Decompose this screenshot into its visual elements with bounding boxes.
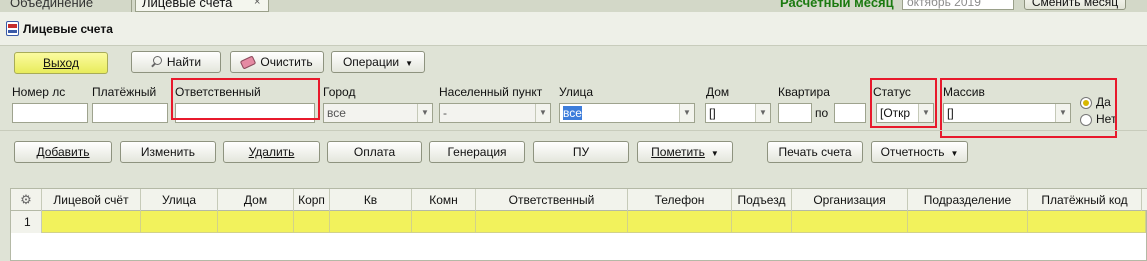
tab-strip: Объединение Лицевые счета × Расчетный ме… [0,0,1147,12]
table-cell[interactable] [412,211,476,233]
app-logo-icon [6,21,19,36]
payment-label: Оплата [353,145,396,159]
table-cell[interactable] [732,211,792,233]
divider [0,130,1147,131]
row-number: 1 [11,211,42,233]
column-header[interactable]: Кв [330,189,412,211]
house-label: Дом [706,85,730,99]
table-cell[interactable] [42,211,141,233]
apartment-to-label: по [815,106,829,120]
street-value: все [563,106,582,120]
delete-label: Удалить [248,145,295,159]
edit-button[interactable]: Изменить [120,141,216,163]
find-label: Найти [166,55,202,69]
payment-button[interactable]: Оплата [327,141,422,163]
table-cell[interactable] [141,211,218,233]
edit-label: Изменить [140,145,196,159]
settlement-select[interactable]: - ▼ [439,103,551,123]
delete-button[interactable]: Удалить [223,141,320,163]
tab-union[interactable]: Объединение [4,0,132,12]
column-header[interactable]: Лицевой счёт [42,189,141,211]
chevron-down-icon: ▼ [950,149,959,158]
add-label: Добавить [36,145,90,159]
change-month-button[interactable]: Сменить месяц [1024,0,1126,10]
chevron-down-icon: ▼ [755,104,770,122]
reports-button[interactable]: Отчетность ▼ [871,141,968,163]
gear-icon[interactable]: ⚙ [11,189,42,211]
eraser-icon [240,55,257,70]
chevron-down-icon: ▼ [710,149,719,158]
table-cell[interactable] [294,211,330,233]
city-value: все [327,106,346,120]
table-cell[interactable] [330,211,412,233]
add-button[interactable]: Добавить [14,141,112,163]
column-header[interactable]: Платёжный код [1028,189,1142,211]
clear-button[interactable]: Очистить [230,51,324,73]
chevron-down-icon: ▼ [679,104,694,122]
settlement-label: Населенный пункт [439,85,543,99]
grid-header: ⚙ Лицевой счёт Улица Дом Корп Кв Комн От… [11,189,1147,211]
street-label: Улица [559,85,594,99]
apartment-label: Квартира [778,85,830,99]
table-cell[interactable] [218,211,294,233]
table-cell[interactable] [476,211,628,233]
generation-button[interactable]: Генерация [429,141,525,163]
chevron-down-icon: ▼ [417,104,432,122]
column-header[interactable]: Комн [412,189,476,211]
street-select[interactable]: все ▼ [559,103,695,123]
column-header[interactable]: Подъезд [732,189,792,211]
apartment-from-input[interactable] [778,103,812,123]
close-icon[interactable]: × [254,0,260,8]
period-value-field: октябрь 2019 [902,0,1014,10]
chevron-down-icon: ▼ [535,104,550,122]
house-select[interactable]: [] ▼ [705,103,771,123]
highlight-responsible [171,78,320,120]
tab-accounts[interactable]: Лицевые счета [135,0,269,12]
table-cell[interactable] [628,211,732,233]
print-invoice-label: Печать счета [778,145,852,159]
find-button[interactable]: Найти [131,51,221,73]
highlight-massiv [940,78,1117,138]
table-row[interactable]: 1 [11,211,1147,233]
mark-label: Пометить [651,145,705,159]
column-header[interactable]: Улица [141,189,218,211]
column-header[interactable]: Корп [294,189,330,211]
title-bar [0,12,1147,46]
pu-button[interactable]: ПУ [533,141,629,163]
period-label: Расчетный месяц [780,0,894,10]
payer-input[interactable] [92,103,168,123]
city-label: Город [323,85,356,99]
mark-button[interactable]: Пометить ▼ [637,141,733,163]
apartment-to-input[interactable] [834,103,866,123]
accounts-grid: ⚙ Лицевой счёт Улица Дом Корп Кв Комн От… [10,188,1147,261]
column-header[interactable]: Подразделение [908,189,1028,211]
chevron-down-icon: ▼ [405,59,414,68]
house-value: [] [709,106,716,120]
settlement-value: - [443,106,447,120]
pu-label: ПУ [572,145,590,159]
column-header[interactable]: Телефон [628,189,732,211]
table-cell[interactable] [908,211,1028,233]
exit-label: Выход [43,56,79,70]
print-invoice-button[interactable]: Печать счета [767,141,863,163]
generation-label: Генерация [447,145,507,159]
column-header[interactable]: Организация [792,189,908,211]
search-icon [151,56,162,67]
column-header[interactable]: Ответственный [476,189,628,211]
operations-label: Операции [342,55,400,69]
table-cell[interactable] [792,211,908,233]
operations-button[interactable]: Операции ▼ [331,51,425,73]
payer-label: Платёжный [92,85,157,99]
clear-label: Очистить [260,55,313,69]
account-number-input[interactable] [12,103,88,123]
account-number-label: Номер лс [12,85,66,99]
highlight-status [870,78,937,128]
city-select[interactable]: все ▼ [323,103,433,123]
table-cell[interactable] [1028,211,1146,233]
reports-label: Отчетность [880,145,945,159]
column-header[interactable]: Дом [218,189,294,211]
page-title: Лицевые счета [23,22,113,36]
exit-button[interactable]: Выход [14,52,108,74]
